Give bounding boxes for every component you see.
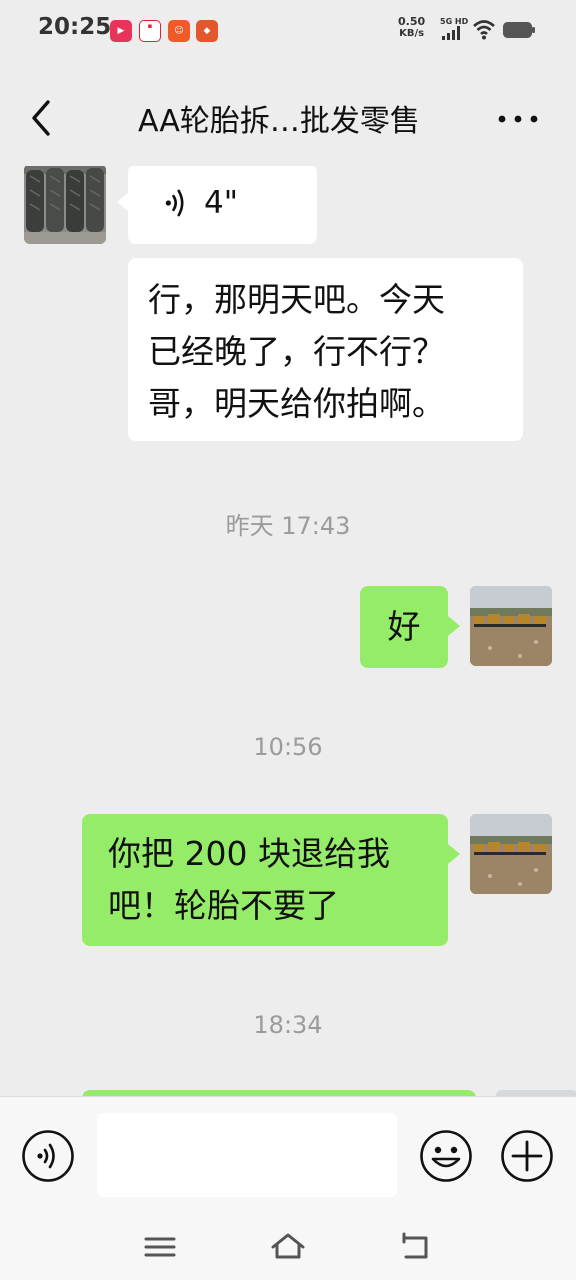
voice-duration: 4" (204, 185, 238, 221)
message-line: 你把 200 块退给我 (108, 834, 390, 873)
bubble-tail (448, 616, 460, 636)
return-icon[interactable] (398, 1230, 434, 1262)
my-avatar[interactable] (470, 586, 552, 666)
net-speed-value: 0.50 (398, 15, 426, 28)
input-bar (0, 1096, 576, 1214)
news-app-icon: ▪ (139, 20, 161, 42)
message-list[interactable]: 4" 行，那明天吧。今天 已经晚了，行不行？ 哥，明天给你拍啊。 昨天 17:4… (0, 166, 576, 1096)
more-horizontal-icon[interactable] (496, 104, 540, 134)
net-speed: 0.50 KB/s (398, 16, 425, 40)
status-bar: 20:25 ▶ ▪ ☺ ◆ 0.50 KB/s 5G HD (0, 0, 576, 60)
message-line: 吧！轮胎不要了 (108, 886, 339, 925)
sent-text-bubble[interactable]: 好 (360, 586, 448, 668)
chat-title[interactable]: AA轮胎拆…批发零售 (84, 96, 474, 140)
system-nav-bar (0, 1214, 576, 1280)
tire-photo (24, 166, 106, 244)
network-label: 5G HD (440, 17, 469, 26)
net-speed-unit: KB/s (399, 28, 425, 39)
message-text: 好 (387, 607, 421, 646)
sent-text-bubble[interactable]: 你把 200 块退给我 吧！轮胎不要了 (82, 814, 448, 946)
message-line: 行，那明天吧。今天 (148, 280, 445, 319)
received-text-bubble[interactable]: 行，那明天吧。今天 已经晚了，行不行？ 哥，明天给你拍啊。 (128, 258, 523, 441)
voice-input-icon[interactable] (21, 1129, 75, 1183)
menu-icon[interactable] (142, 1230, 178, 1262)
timestamp: 10:56 (253, 733, 323, 761)
wifi-icon (473, 20, 495, 40)
home-icon[interactable] (270, 1230, 306, 1262)
voice-wave-icon (165, 189, 184, 217)
contact-avatar[interactable] (24, 166, 106, 244)
bubble-tail (448, 844, 460, 864)
voice-message-bubble[interactable]: 4" (128, 166, 317, 244)
status-time: 20:25 (38, 14, 112, 40)
timestamp: 18:34 (253, 1011, 323, 1039)
video-app-icon: ▶ (110, 20, 132, 42)
machinery-photo (470, 586, 552, 666)
chat-header: AA轮胎拆…批发零售 (0, 60, 576, 166)
battery-icon (503, 22, 535, 38)
message-input[interactable] (97, 1113, 397, 1197)
message-line: 哥，明天给你拍啊。 (148, 384, 445, 423)
machinery-photo (470, 814, 552, 894)
game-app-icon: ◆ (196, 20, 218, 42)
message-line: 已经晚了，行不行？ (148, 332, 445, 371)
chevron-left-icon[interactable] (26, 96, 60, 140)
signal-icon (442, 26, 460, 40)
emoji-icon[interactable] (419, 1129, 473, 1183)
plus-icon[interactable] (500, 1129, 554, 1183)
my-avatar[interactable] (470, 814, 552, 894)
shopping-app-icon: ☺ (168, 20, 190, 42)
timestamp: 昨天 17:43 (225, 512, 351, 540)
